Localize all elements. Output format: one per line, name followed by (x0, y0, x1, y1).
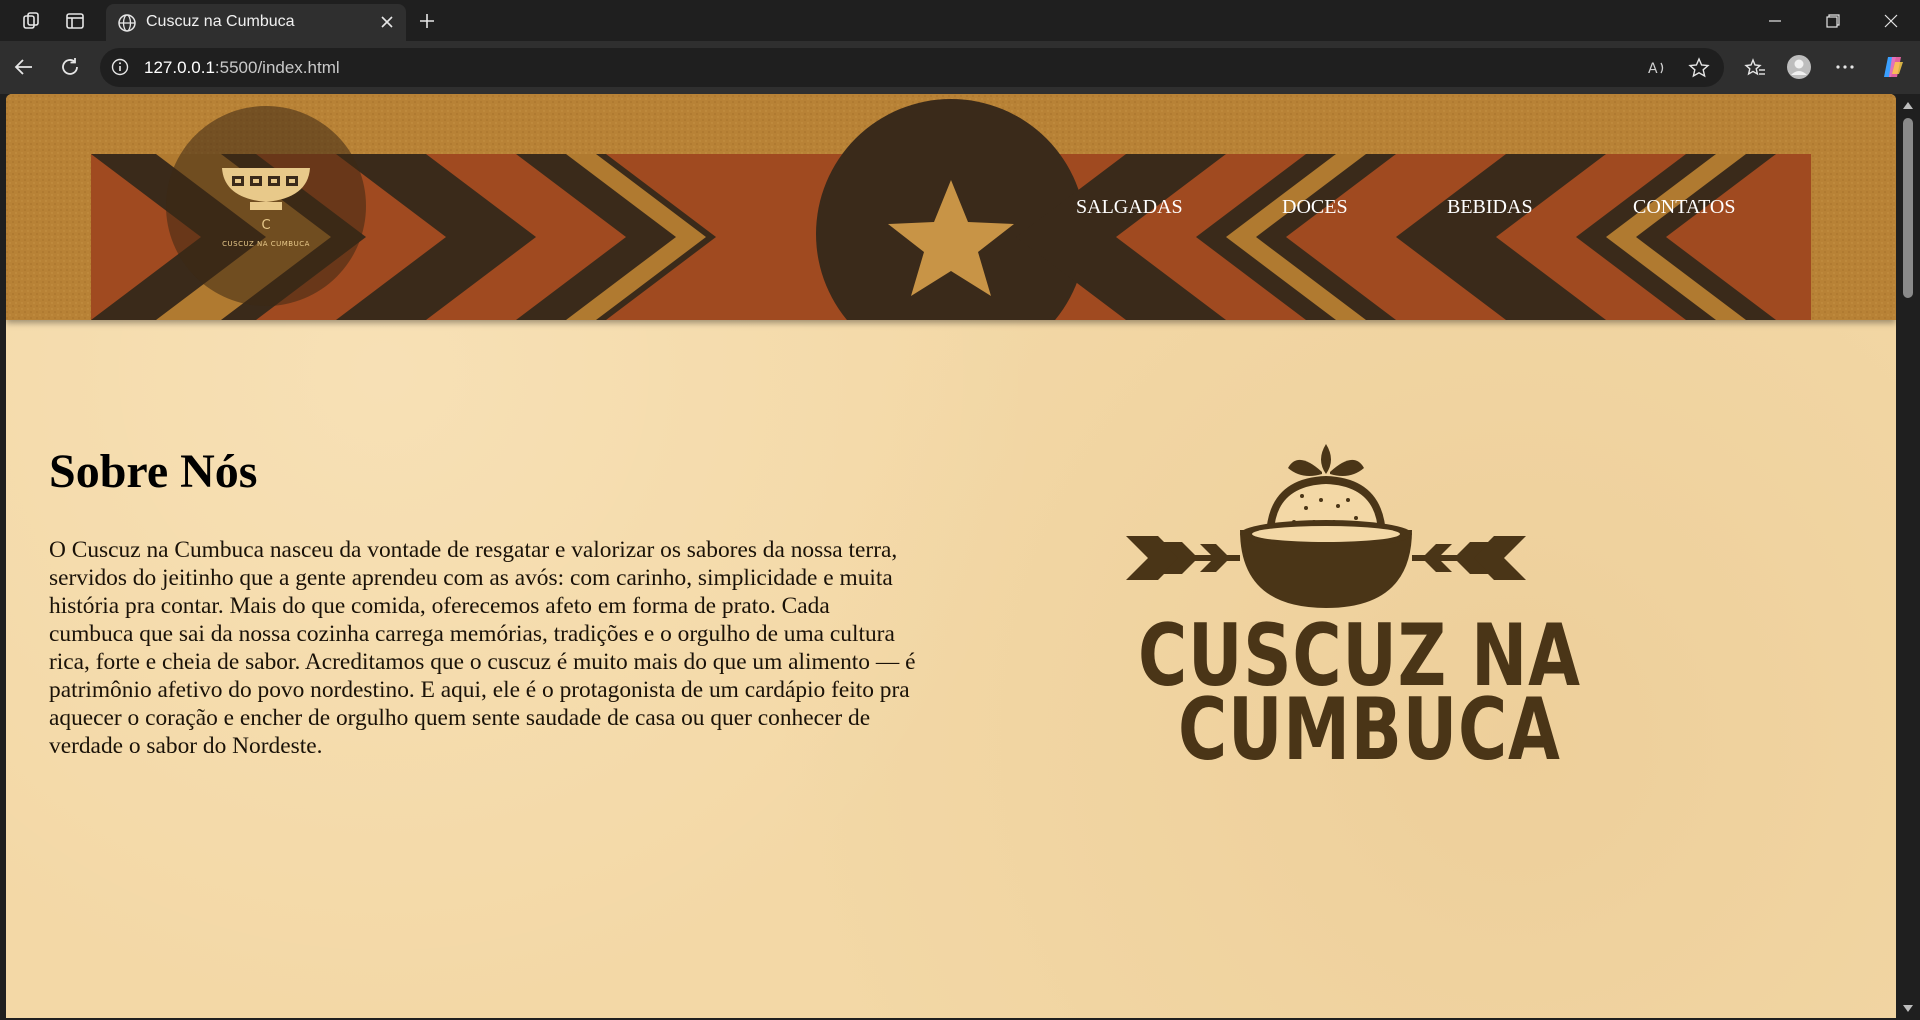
profile-avatar-icon[interactable] (1786, 54, 1812, 80)
site-info-icon[interactable] (110, 57, 130, 77)
copilot-icon[interactable] (1880, 54, 1906, 80)
back-icon[interactable] (11, 54, 37, 80)
bowl-logo-icon (222, 168, 310, 210)
minimize-icon[interactable] (1762, 8, 1788, 34)
page-scrollbar[interactable] (1896, 94, 1920, 1020)
new-tab-icon[interactable] (414, 8, 440, 34)
restore-icon[interactable] (1820, 8, 1846, 34)
tab-title: Cuscuz na Cumbuca (146, 13, 295, 30)
logo-text: CUSCUZ NA CUMBUCA (222, 240, 310, 248)
active-tab[interactable]: Cuscuz na Cumbuca (106, 4, 406, 41)
vertical-tabs-icon[interactable] (62, 8, 88, 34)
scroll-down-arrow-icon[interactable] (1902, 1004, 1914, 1014)
nav-bebidas[interactable]: BEBIDAS (1447, 196, 1533, 219)
brand-title-line2: CUMBUCA (1178, 680, 1561, 780)
logo-letter: C (261, 218, 271, 233)
nav-salgadas[interactable]: SALGADAS (1076, 196, 1183, 219)
nav-doces[interactable]: DOCES (1282, 196, 1348, 219)
refresh-icon[interactable] (57, 54, 83, 80)
url-text: 127.0.0.1:5500/index.html (144, 58, 340, 77)
workspaces-icon[interactable] (18, 8, 44, 34)
browser-toolbar: 127.0.0.1:5500/index.html A (0, 41, 1920, 94)
favorite-star-icon[interactable] (1686, 55, 1712, 81)
more-options-icon[interactable] (1832, 54, 1858, 80)
globe-icon (116, 12, 138, 34)
svg-text:A: A (1648, 61, 1658, 77)
favorites-icon[interactable] (1742, 55, 1768, 81)
read-aloud-icon[interactable]: A (1644, 55, 1670, 81)
page-viewport: C CUSCUZ NA CUMBUCA SALGADAS DOCES BEBID… (6, 94, 1896, 1018)
scrollbar-thumb[interactable] (1903, 118, 1913, 298)
about-title: Sobre Nós (49, 445, 258, 498)
close-tab-icon[interactable] (376, 11, 398, 33)
site-header: C CUSCUZ NA CUMBUCA SALGADAS DOCES BEBID… (6, 94, 1896, 320)
browser-tab-bar: Cuscuz na Cumbuca (0, 0, 1920, 41)
nav-contatos[interactable]: CONTATOS (1633, 196, 1736, 219)
about-text: O Cuscuz na Cumbuca nasceu da vontade de… (49, 537, 916, 759)
scroll-up-arrow-icon[interactable] (1902, 100, 1914, 110)
close-window-icon[interactable] (1878, 8, 1904, 34)
address-bar[interactable]: 127.0.0.1:5500/index.html A (100, 48, 1724, 87)
